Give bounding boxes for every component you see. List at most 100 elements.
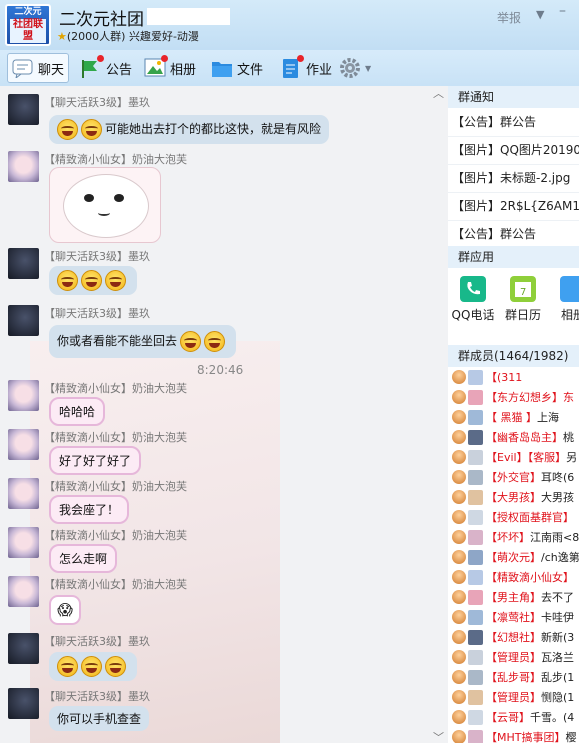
avatar[interactable] bbox=[8, 527, 39, 558]
more-apps-button[interactable]: ▼ bbox=[339, 53, 371, 83]
member-title: 【 黑猫 】 bbox=[486, 411, 537, 424]
member-row[interactable]: 【大男孩】 大男孩 bbox=[452, 487, 574, 507]
notice-item[interactable]: 【图片】QQ图片2019052 bbox=[452, 136, 579, 164]
tab-chat[interactable]: 聊天 bbox=[7, 53, 70, 83]
message-text: 你可以手机查查 bbox=[57, 712, 142, 726]
message-bubble[interactable]: 你或者看能不能坐回去 bbox=[49, 325, 237, 358]
member-row[interactable]: 【MHT搞事团】樱 bbox=[452, 727, 576, 743]
app-label: 相册 bbox=[560, 308, 579, 322]
avatar[interactable] bbox=[8, 305, 39, 336]
notice-item[interactable]: 【图片】未标题-2.jpg bbox=[452, 164, 570, 192]
avatar[interactable] bbox=[8, 688, 39, 719]
member-title: 【乱步哥】 bbox=[486, 671, 541, 684]
avatar[interactable] bbox=[8, 94, 39, 125]
member-row[interactable]: 【坏坏】 江南雨<8 bbox=[452, 527, 579, 547]
photo-icon bbox=[560, 276, 579, 302]
avatar[interactable] bbox=[8, 248, 39, 279]
scroll-down-icon[interactable]: ﹀ bbox=[433, 729, 444, 743]
avatar[interactable] bbox=[8, 151, 39, 182]
member-level-icon bbox=[452, 450, 466, 464]
member-row[interactable]: 【乱步哥】 乱步(1 bbox=[452, 667, 574, 687]
member-name: 樱 bbox=[565, 731, 577, 743]
message-bubble[interactable]: 哈哈哈 bbox=[49, 397, 106, 426]
member-level-icon bbox=[452, 370, 466, 384]
member-row[interactable]: 【云哥】 千雪。(4 bbox=[452, 707, 574, 727]
member-row[interactable]: 【授权面基群官】 bbox=[452, 507, 574, 527]
message-bubble[interactable]: 好了好了好了 bbox=[49, 446, 142, 475]
avatar[interactable] bbox=[8, 429, 39, 460]
minimize-icon[interactable]: – bbox=[559, 4, 573, 19]
tab-album-label: 相册 bbox=[170, 62, 197, 78]
homework-icon bbox=[280, 55, 304, 78]
member-row[interactable]: 【外交官】 耳咚(6 bbox=[452, 467, 574, 487]
member-level-icon bbox=[452, 490, 466, 504]
notice-item[interactable]: 【公告】群公告 bbox=[452, 220, 536, 248]
member-name: 另 bbox=[566, 451, 578, 464]
scroll-up-icon[interactable]: ︿ bbox=[433, 86, 444, 101]
member-row[interactable]: 【管理员】 恻隐(1 bbox=[452, 687, 574, 707]
member-level-icon bbox=[452, 730, 466, 743]
message-bubble[interactable]: 你可以手机查查 bbox=[49, 706, 150, 731]
sender-name[interactable]: 【精致滴小仙女】奶油大泡芙 bbox=[44, 429, 187, 445]
notice-item[interactable]: 【图片】2R$L{Z6AM1IG`[ bbox=[452, 192, 579, 220]
app-calendar[interactable]: 7 群日历 bbox=[498, 276, 548, 323]
member-avatar bbox=[468, 409, 483, 425]
member-row[interactable]: 【幽香岛岛主】桃 bbox=[452, 427, 574, 447]
member-row[interactable]: 【 (311 bbox=[452, 367, 522, 387]
avatar[interactable] bbox=[8, 633, 39, 664]
sticker-image[interactable] bbox=[49, 167, 161, 243]
member-title: 【 bbox=[486, 371, 497, 384]
sticker-image[interactable]: 😱 bbox=[49, 595, 81, 625]
member-level-icon bbox=[452, 670, 466, 684]
member-name: 上海 bbox=[537, 411, 559, 424]
report-button[interactable]: 举报 bbox=[497, 9, 521, 26]
member-row[interactable]: 【东方幻想乡】东 bbox=[452, 387, 574, 407]
member-row[interactable]: 【Evil】【客服】另 bbox=[452, 447, 577, 467]
member-avatar bbox=[468, 709, 483, 725]
member-row[interactable]: 【萌次元】/ch逸第 bbox=[452, 547, 579, 567]
message-bubble[interactable]: 可能她出去打个的都比这快，就是有风险 bbox=[49, 115, 330, 144]
tab-homework[interactable]: 作业 bbox=[280, 53, 332, 83]
member-name: 乱步(1 bbox=[541, 671, 575, 684]
calendar-icon: 7 bbox=[510, 276, 536, 302]
member-row[interactable]: 【管理员】 瓦洛兰 bbox=[452, 647, 574, 667]
avatar[interactable] bbox=[8, 380, 39, 411]
avatar[interactable] bbox=[8, 576, 39, 607]
tab-album[interactable]: 相册 bbox=[144, 53, 196, 83]
group-logo[interactable]: 二次元 社团联盟 2000 bbox=[5, 4, 51, 46]
tab-announcement[interactable]: 公告 bbox=[80, 53, 132, 83]
sender-name[interactable]: 【精致滴小仙女】奶油大泡芙 bbox=[44, 527, 187, 543]
member-avatar bbox=[468, 729, 483, 743]
app-qq-call[interactable]: QQ电话 bbox=[448, 276, 498, 323]
sender-name[interactable]: 【聊天活跃3级】墨玖 bbox=[44, 305, 150, 321]
member-row[interactable]: 【精致滴小仙女】 bbox=[452, 567, 574, 587]
sender-name[interactable]: 【精致滴小仙女】奶油大泡芙 bbox=[44, 151, 187, 167]
member-name: 桃 bbox=[563, 431, 574, 444]
member-row[interactable]: 【幻想社】 新新(3 bbox=[452, 627, 574, 647]
member-row[interactable]: 【 黑猫 】上海 bbox=[452, 407, 559, 427]
sender-name[interactable]: 【聊天活跃3级】墨玖 bbox=[44, 94, 150, 110]
sender-name[interactable]: 【精致滴小仙女】奶油大泡芙 bbox=[44, 576, 187, 592]
app-album[interactable]: 相册 bbox=[548, 276, 579, 323]
notice-item[interactable]: 【公告】群公告 bbox=[452, 108, 536, 136]
group-title: 二次元社团 bbox=[59, 10, 144, 30]
sender-name[interactable]: 【聊天活跃3级】墨玖 bbox=[44, 688, 150, 704]
message-bubble[interactable] bbox=[49, 266, 137, 295]
member-name: 江南雨<8 bbox=[530, 531, 579, 544]
member-avatar bbox=[468, 489, 483, 505]
chevron-down-icon[interactable]: ▼ bbox=[536, 8, 544, 21]
app-label: 群日历 bbox=[504, 308, 541, 322]
avatar[interactable] bbox=[8, 478, 39, 509]
sender-name[interactable]: 【聊天活跃3级】墨玖 bbox=[44, 633, 150, 649]
sender-name[interactable]: 【精致滴小仙女】奶油大泡芙 bbox=[44, 478, 187, 494]
message-bubble[interactable] bbox=[49, 652, 137, 681]
message-bubble[interactable]: 怎么走啊 bbox=[49, 544, 118, 573]
member-title: 【幽香岛岛主】 bbox=[486, 431, 563, 444]
message-bubble[interactable]: 我会座了！ bbox=[49, 495, 130, 524]
tab-files[interactable]: 文件 bbox=[211, 53, 263, 83]
sender-name[interactable]: 【精致滴小仙女】奶油大泡芙 bbox=[44, 380, 187, 396]
sender-name[interactable]: 【聊天活跃3级】墨玖 bbox=[44, 248, 150, 264]
chevron-down-icon: ▼ bbox=[365, 63, 372, 73]
member-row[interactable]: 【凛莺社】 卡哇伊 bbox=[452, 607, 574, 627]
member-row[interactable]: 【男主角】 去不了 bbox=[452, 587, 574, 607]
